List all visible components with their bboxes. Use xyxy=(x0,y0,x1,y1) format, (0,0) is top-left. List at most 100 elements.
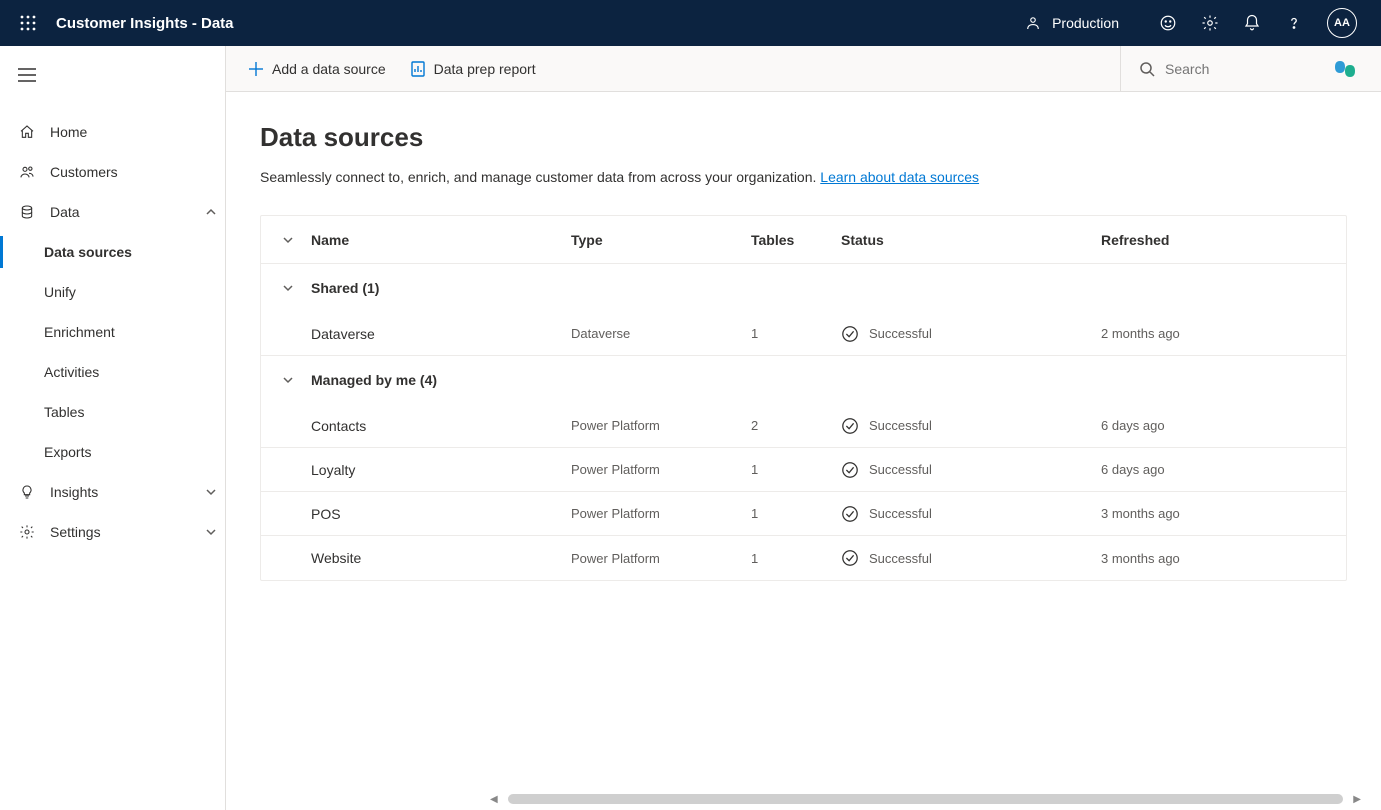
chevron-down-icon xyxy=(282,282,294,294)
hamburger-icon[interactable] xyxy=(18,68,36,82)
sidebar-item-label: Data xyxy=(50,204,183,220)
sidebar-item-settings[interactable]: Settings xyxy=(0,512,225,552)
gear-icon[interactable] xyxy=(1201,14,1219,32)
sidebar-item-exports[interactable]: Exports xyxy=(0,432,225,472)
app-title[interactable]: Customer Insights - Data xyxy=(56,15,234,32)
learn-link[interactable]: Learn about data sources xyxy=(820,169,979,185)
search-box[interactable] xyxy=(1120,46,1303,91)
smiley-icon[interactable] xyxy=(1159,14,1177,32)
sidebar-item-label: Activities xyxy=(44,364,225,380)
report-icon xyxy=(410,61,426,77)
status-text: Successful xyxy=(869,506,932,521)
home-icon xyxy=(19,124,35,140)
col-status[interactable]: Status xyxy=(841,232,1101,248)
check-circle-icon xyxy=(841,417,859,435)
page-description: Seamlessly connect to, enrich, and manag… xyxy=(260,169,1347,185)
sidebar-item-data[interactable]: Data xyxy=(0,192,225,232)
sidebar-item-label: Insights xyxy=(50,484,183,500)
global-header: Customer Insights - Data Production AA xyxy=(0,0,1381,46)
cell-name: Dataverse xyxy=(311,326,571,342)
check-circle-icon xyxy=(841,505,859,523)
copilot-icon xyxy=(1333,57,1357,81)
sidebar-item-label: Exports xyxy=(44,444,225,460)
search-input[interactable] xyxy=(1165,61,1285,77)
status-text: Successful xyxy=(869,326,932,341)
sidebar-item-tables[interactable]: Tables xyxy=(0,392,225,432)
cell-name: Website xyxy=(311,550,571,566)
cell-status: Successful xyxy=(841,325,1101,343)
sidebar-item-enrichment[interactable]: Enrichment xyxy=(0,312,225,352)
sidebar-item-label: Data sources xyxy=(44,244,225,260)
chevron-up-icon xyxy=(205,206,217,218)
sidebar-item-activities[interactable]: Activities xyxy=(0,352,225,392)
horizontal-scrollbar[interactable]: ◀ ▶ xyxy=(486,792,1365,806)
sidebar-item-insights[interactable]: Insights xyxy=(0,472,225,512)
status-text: Successful xyxy=(869,462,932,477)
scroll-right-arrow[interactable]: ▶ xyxy=(1349,794,1365,805)
scroll-left-arrow[interactable]: ◀ xyxy=(486,794,502,805)
check-circle-icon xyxy=(841,549,859,567)
plus-icon xyxy=(248,61,264,77)
cell-status: Successful xyxy=(841,505,1101,523)
copilot-button[interactable] xyxy=(1331,55,1359,83)
cell-tables: 1 xyxy=(751,551,841,566)
chevron-down-icon xyxy=(205,486,217,498)
add-data-source-button[interactable]: Add a data source xyxy=(248,61,386,77)
col-type[interactable]: Type xyxy=(571,232,751,248)
cell-refreshed: 2 months ago xyxy=(1101,326,1328,341)
table-row[interactable]: Loyalty Power Platform 1 Successful 6 da… xyxy=(261,448,1346,492)
col-tables[interactable]: Tables xyxy=(751,232,841,248)
sidebar-item-unify[interactable]: Unify xyxy=(0,272,225,312)
cell-refreshed: 6 days ago xyxy=(1101,462,1328,477)
sidebar-item-customers[interactable]: Customers xyxy=(0,152,225,192)
cell-type: Power Platform xyxy=(571,551,751,566)
data-prep-report-button[interactable]: Data prep report xyxy=(410,61,536,77)
sidebar-item-home[interactable]: Home xyxy=(0,112,225,152)
scroll-track[interactable] xyxy=(508,794,1344,804)
sidebar-item-data-sources[interactable]: Data sources xyxy=(0,232,225,272)
avatar-initials: AA xyxy=(1334,17,1350,29)
cmd-label: Add a data source xyxy=(272,61,386,77)
table-row[interactable]: Dataverse Dataverse 1 Successful 2 month… xyxy=(261,312,1346,356)
status-text: Successful xyxy=(869,418,932,433)
customers-icon xyxy=(19,164,35,180)
check-circle-icon xyxy=(841,325,859,343)
data-icon xyxy=(19,204,35,220)
avatar[interactable]: AA xyxy=(1327,8,1357,38)
chevron-down-icon[interactable] xyxy=(282,234,294,246)
gear-icon xyxy=(19,524,35,540)
table-header-row: Name Type Tables Status Refreshed xyxy=(261,216,1346,264)
command-bar: Add a data source Data prep report xyxy=(226,46,1381,92)
help-icon[interactable] xyxy=(1285,14,1303,32)
cell-status: Successful xyxy=(841,461,1101,479)
environment-icon xyxy=(1024,14,1042,32)
col-name[interactable]: Name xyxy=(311,232,571,248)
cell-tables: 1 xyxy=(751,462,841,477)
cell-tables: 1 xyxy=(751,506,841,521)
environment-name: Production xyxy=(1052,15,1119,31)
waffle-button[interactable] xyxy=(8,15,48,31)
table-row[interactable]: Website Power Platform 1 Successful 3 mo… xyxy=(261,536,1346,580)
group-title: Shared (1) xyxy=(311,280,571,296)
bulb-icon xyxy=(19,484,35,500)
check-circle-icon xyxy=(841,461,859,479)
group-header-shared[interactable]: Shared (1) xyxy=(261,264,1346,312)
table-row[interactable]: Contacts Power Platform 2 Successful 6 d… xyxy=(261,404,1346,448)
bell-icon[interactable] xyxy=(1243,14,1261,32)
table-row[interactable]: POS Power Platform 1 Successful 3 months… xyxy=(261,492,1346,536)
group-title: Managed by me (4) xyxy=(311,372,571,388)
group-header-managed[interactable]: Managed by me (4) xyxy=(261,356,1346,404)
sidebar-item-label: Customers xyxy=(50,164,225,180)
data-sources-table: Name Type Tables Status Refreshed Shared… xyxy=(260,215,1347,581)
sidebar-item-label: Home xyxy=(50,124,225,140)
cell-name: Loyalty xyxy=(311,462,571,478)
main-content: Add a data source Data prep report Data … xyxy=(226,46,1381,810)
cell-name: Contacts xyxy=(311,418,571,434)
cell-type: Power Platform xyxy=(571,506,751,521)
col-refreshed[interactable]: Refreshed xyxy=(1101,232,1328,248)
status-text: Successful xyxy=(869,551,932,566)
cell-name: POS xyxy=(311,506,571,522)
search-icon xyxy=(1139,61,1155,77)
environment-picker[interactable]: Production xyxy=(1024,14,1119,32)
sidebar-item-label: Unify xyxy=(44,284,225,300)
